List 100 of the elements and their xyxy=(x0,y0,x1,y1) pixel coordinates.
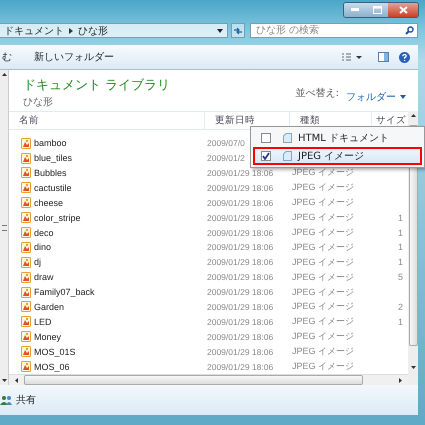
table-cell: JPEG イメージ xyxy=(292,301,354,312)
table-cell: JPEG イメージ xyxy=(292,167,354,178)
table-cell: 1 xyxy=(398,228,404,238)
table-cell: 2009/01/29 18:06 xyxy=(207,287,274,298)
image-file-icon xyxy=(21,212,31,224)
file-name[interactable]: Family07_back xyxy=(34,287,95,298)
caret-icon xyxy=(400,94,406,98)
file-name[interactable]: Bubbles xyxy=(34,168,67,178)
file-name[interactable]: deco xyxy=(34,228,54,238)
table-cell: JPEG イメージ xyxy=(292,242,354,252)
image-file-icon xyxy=(21,138,31,149)
sort-label: 並べ替え: xyxy=(296,86,339,101)
scroll-up-icon[interactable] xyxy=(410,114,416,117)
table-cell: 2009/01/29 18:06 xyxy=(207,182,274,193)
file-name[interactable]: draw xyxy=(34,272,54,282)
image-file-icon xyxy=(21,272,31,283)
search-field[interactable]: ひな形 の検索 xyxy=(250,23,418,38)
table-cell: JPEG イメージ xyxy=(292,256,354,267)
table-cell: JPEG イメージ xyxy=(292,272,354,282)
table-cell: JPEG イメージ xyxy=(292,346,354,356)
file-name[interactable]: blue_tiles xyxy=(34,153,72,164)
toolbar-button[interactable]: む xyxy=(0,50,14,64)
image-file-icon xyxy=(21,242,31,253)
table-cell: 1 xyxy=(398,242,404,252)
table-cell: 2009/01/29 18:06 xyxy=(207,302,274,312)
image-file-icon xyxy=(21,361,31,372)
menu-item[interactable]: JPEG イメージ xyxy=(253,147,422,165)
table-cell: 2009/01/29 18:06 xyxy=(207,362,274,372)
search-icon xyxy=(405,26,414,35)
chevron-icon xyxy=(69,28,73,34)
menu-item[interactable]: HTML ドキュメント xyxy=(253,129,422,147)
file-name[interactable]: Garden xyxy=(34,302,64,312)
table-cell: JPEG イメージ xyxy=(292,286,354,297)
file-name[interactable]: bamboo xyxy=(34,138,67,148)
image-file-icon xyxy=(21,286,31,298)
table-cell: 2009/01/29 18:06 xyxy=(207,346,274,357)
scroll-left-icon[interactable] xyxy=(15,378,18,382)
minimize-icon xyxy=(351,8,359,12)
table-cell: 5 xyxy=(398,272,404,282)
table-cell: JPEG イメージ xyxy=(292,227,354,238)
table-cell: JPEG イメージ xyxy=(292,331,354,342)
preview-pane-icon[interactable] xyxy=(378,52,389,62)
column-header[interactable]: 名前 xyxy=(9,112,205,129)
checkbox[interactable] xyxy=(261,133,271,143)
table-cell: 1 xyxy=(398,212,404,223)
new-folder-button[interactable]: 新しいフォルダー xyxy=(32,50,116,64)
table-cell: 2009/01/2 xyxy=(207,153,245,164)
table-cell: JPEG イメージ xyxy=(292,361,354,372)
image-file-icon xyxy=(21,182,31,194)
file-name[interactable]: MOS_01S xyxy=(34,346,76,357)
table-cell: JPEG イメージ xyxy=(292,182,354,192)
view-list-icon[interactable] xyxy=(342,53,362,61)
close-button[interactable] xyxy=(388,3,418,17)
table-cell: 2009/01/29 18:06 xyxy=(207,198,274,208)
sort-dropdown[interactable]: フォルダー xyxy=(346,86,406,107)
column-header[interactable]: サイズ xyxy=(372,112,408,129)
checkbox[interactable] xyxy=(261,151,271,161)
library-title: ドキュメント ライブラリ xyxy=(23,77,170,94)
image-file-icon xyxy=(21,197,31,208)
file-name[interactable]: cactustile xyxy=(34,182,72,193)
table-cell: 2009/01/29 18:06 xyxy=(207,228,274,238)
image-file-icon xyxy=(21,152,31,164)
image-file-icon xyxy=(21,301,31,312)
scrollbar[interactable] xyxy=(0,70,9,385)
table-cell: JPEG イメージ xyxy=(292,197,354,208)
file-name[interactable]: MOS_06 xyxy=(34,362,70,372)
table-cell: 2009/01/29 18:06 xyxy=(207,272,274,282)
table-cell: 2009/01/29 18:06 xyxy=(207,168,274,178)
breadcrumb[interactable]: ドキュメント xyxy=(4,24,64,38)
dropdown-arrow-icon[interactable] xyxy=(217,28,223,32)
file-name[interactable]: dino xyxy=(34,242,52,252)
breadcrumb[interactable]: ひな形 xyxy=(78,24,108,38)
table-cell: 2009/07/0 xyxy=(207,138,245,148)
file-name[interactable]: Money xyxy=(34,332,62,342)
image-file-icon xyxy=(21,346,31,358)
users-icon xyxy=(0,395,12,405)
table-cell: 2009/01/29 18:06 xyxy=(207,316,274,327)
scroll-down-icon[interactable] xyxy=(2,379,6,382)
scroll-down-icon[interactable] xyxy=(410,366,416,369)
table-cell: 2009/01/29 18:06 xyxy=(207,212,274,223)
file-name[interactable]: color_stripe xyxy=(34,212,81,223)
table-cell: 2 xyxy=(398,302,404,312)
image-file-icon xyxy=(21,227,31,238)
address-bar[interactable]: ドキュメント ひな形 xyxy=(0,23,228,38)
close-icon xyxy=(398,6,408,14)
table-cell: 1 xyxy=(398,257,404,268)
horizontal-scrollbar[interactable] xyxy=(9,374,408,385)
image-file-icon xyxy=(21,256,31,268)
table-cell: 2009/01/29 18:06 xyxy=(207,257,274,268)
file-name[interactable]: cheese xyxy=(34,198,64,208)
image-file-icon xyxy=(21,331,31,342)
help-icon[interactable] xyxy=(399,52,410,62)
scroll-up-icon[interactable] xyxy=(2,73,6,76)
scroll-right-icon[interactable] xyxy=(399,378,402,382)
refresh-button[interactable] xyxy=(231,23,245,38)
table-cell: JPEG イメージ xyxy=(292,316,354,326)
file-name[interactable]: LED xyxy=(34,316,52,327)
library-subtitle: ひな形 xyxy=(23,96,54,109)
file-name[interactable]: dj xyxy=(34,257,42,268)
shared-label: 共有 xyxy=(16,394,36,407)
